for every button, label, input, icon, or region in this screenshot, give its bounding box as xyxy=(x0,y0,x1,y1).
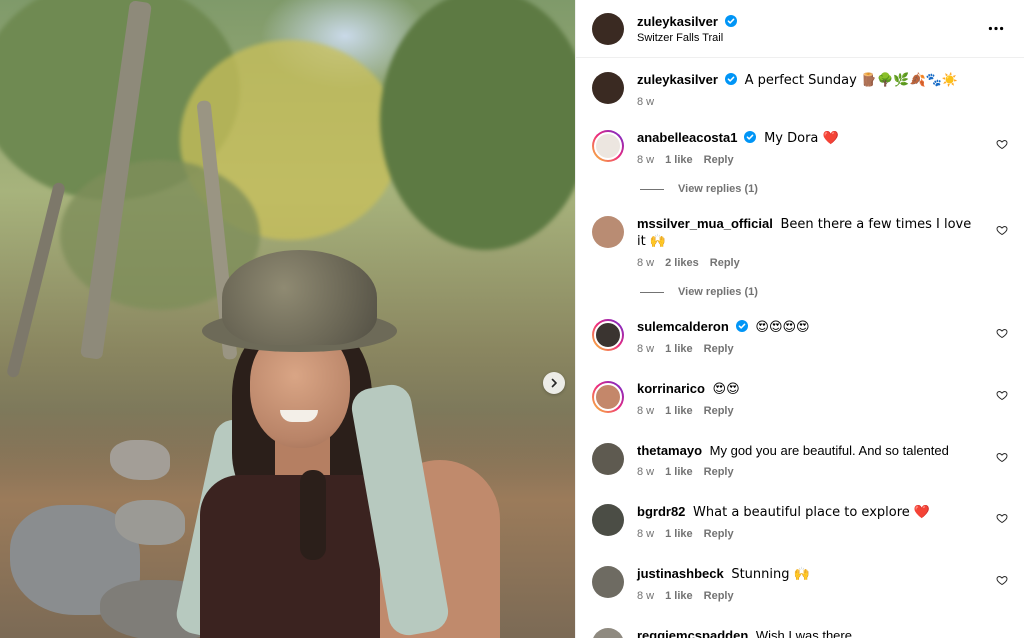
comment-item: sulemcalderon 😍😍😍😍 8 w 1 like Reply xyxy=(592,319,1008,355)
next-photo-button[interactable] xyxy=(543,372,565,394)
post-photo[interactable] xyxy=(0,0,575,638)
comment-item: anabelleacosta1 My Dora ❤️ 8 w 1 like Re… xyxy=(592,130,1008,166)
verified-badge-icon xyxy=(744,131,757,143)
heart-outline-icon[interactable] xyxy=(996,224,1008,236)
replies-divider xyxy=(640,188,664,190)
caption: zuleykasilver A perfect Sunday 🪵🌳🌿🍂🐾☀️ 8… xyxy=(592,72,1008,108)
post-modal: zuleykasilver Switzer Falls Trail zuleyk… xyxy=(0,0,1024,638)
comment-likes[interactable]: 1 like xyxy=(665,343,693,355)
comment-text: What a beautiful place to explore ❤️ xyxy=(693,505,931,520)
commenter-avatar[interactable] xyxy=(592,628,624,638)
heart-outline-icon[interactable] xyxy=(996,512,1008,524)
reply-button[interactable]: Reply xyxy=(704,154,734,166)
photo-smile xyxy=(280,410,318,422)
heart-outline-icon[interactable] xyxy=(996,138,1008,150)
post-panel: zuleykasilver Switzer Falls Trail zuleyk… xyxy=(575,0,1024,638)
comment-username[interactable]: sulemcalderon xyxy=(637,319,729,334)
reply-button[interactable]: Reply xyxy=(704,343,734,355)
comment-username[interactable]: justinashbeck xyxy=(637,566,724,581)
comment-text: Stunning 🙌 xyxy=(731,567,810,582)
comment-text: 😍😍😍😍 xyxy=(755,320,810,335)
photo-bucket-hat xyxy=(222,250,377,345)
view-replies-label: View replies (1) xyxy=(678,286,758,298)
photo-braid xyxy=(300,470,326,560)
commenter-avatar[interactable] xyxy=(592,443,624,475)
reply-button[interactable]: Reply xyxy=(710,257,740,269)
more-options-button[interactable] xyxy=(984,17,1008,41)
comment-item: reggiemcspadden Wish I was there xyxy=(592,628,1008,638)
reply-button[interactable]: Reply xyxy=(704,405,734,417)
caption-username[interactable]: zuleykasilver xyxy=(637,72,718,87)
comment-item: mssilver_mua_official Been there a few t… xyxy=(592,216,1008,269)
comment-time[interactable]: 8 w xyxy=(637,343,654,355)
commenter-avatar[interactable] xyxy=(592,381,624,413)
comment-text: My Dora ❤️ xyxy=(764,131,839,146)
reply-button[interactable]: Reply xyxy=(704,590,734,602)
comment-likes[interactable]: 1 like xyxy=(665,528,693,540)
comment-likes[interactable]: 1 like xyxy=(665,405,693,417)
comment-time[interactable]: 8 w xyxy=(637,590,654,602)
comment-item: justinashbeck Stunning 🙌 8 w 1 like Repl… xyxy=(592,566,1008,602)
comment-text: 😍😍 xyxy=(712,382,740,397)
view-replies-label: View replies (1) xyxy=(678,183,758,195)
comment-time[interactable]: 8 w xyxy=(637,405,654,417)
comment-likes[interactable]: 2 likes xyxy=(665,257,699,269)
author-avatar[interactable] xyxy=(592,72,624,104)
comment-username[interactable]: korrinarico xyxy=(637,381,705,396)
verified-badge-icon xyxy=(724,73,737,85)
verified-badge-icon xyxy=(735,320,748,332)
photo-tree-trunk xyxy=(5,181,67,379)
comment-time[interactable]: 8 w xyxy=(637,257,654,269)
post-header: zuleykasilver Switzer Falls Trail xyxy=(576,0,1024,58)
comments-list: zuleykasilver A perfect Sunday 🪵🌳🌿🍂🐾☀️ 8… xyxy=(576,72,1024,638)
photo-person xyxy=(140,250,500,638)
caption-time[interactable]: 8 w xyxy=(637,96,654,108)
more-horizontal-icon xyxy=(988,26,1004,31)
photo-foliage xyxy=(380,0,575,250)
heart-outline-icon[interactable] xyxy=(996,327,1008,339)
commenter-avatar[interactable] xyxy=(592,130,624,162)
comment-likes[interactable]: 1 like xyxy=(665,466,693,478)
comment-username[interactable]: anabelleacosta1 xyxy=(637,130,737,145)
comment-username[interactable]: mssilver_mua_official xyxy=(637,216,773,231)
commenter-avatar[interactable] xyxy=(592,504,624,536)
reply-button[interactable]: Reply xyxy=(704,466,734,478)
chevron-right-icon xyxy=(551,378,557,388)
author-username[interactable]: zuleykasilver xyxy=(637,14,718,29)
post-location[interactable]: Switzer Falls Trail xyxy=(637,32,984,44)
reply-button[interactable]: Reply xyxy=(704,528,734,540)
comment-likes[interactable]: 1 like xyxy=(665,154,693,166)
verified-badge-icon xyxy=(724,14,737,27)
comment-likes[interactable]: 1 like xyxy=(665,590,693,602)
replies-divider xyxy=(640,291,664,293)
heart-outline-icon[interactable] xyxy=(996,389,1008,401)
comment-time[interactable]: 8 w xyxy=(637,466,654,478)
comment-text: My god you are beautiful. And so talente… xyxy=(709,443,949,458)
heart-outline-icon[interactable] xyxy=(996,574,1008,586)
caption-text: A perfect Sunday 🪵🌳🌿🍂🐾☀️ xyxy=(744,73,959,88)
comment-username[interactable]: reggiemcspadden xyxy=(637,628,748,638)
comment-username[interactable]: thetamayo xyxy=(637,443,702,458)
view-replies-button[interactable]: View replies (1) xyxy=(640,286,1008,298)
comment-item: korrinarico 😍😍 8 w 1 like Reply xyxy=(592,381,1008,417)
view-replies-button[interactable]: View replies (1) xyxy=(640,183,1008,195)
comment-time[interactable]: 8 w xyxy=(637,154,654,166)
heart-outline-icon[interactable] xyxy=(996,451,1008,463)
comment-username[interactable]: bgrdr82 xyxy=(637,504,685,519)
commenter-avatar[interactable] xyxy=(592,566,624,598)
commenter-avatar[interactable] xyxy=(592,216,624,248)
author-avatar[interactable] xyxy=(592,12,624,45)
comment-time[interactable]: 8 w xyxy=(637,528,654,540)
comment-item: bgrdr82 What a beautiful place to explor… xyxy=(592,504,1008,540)
comment-text: Wish I was there xyxy=(755,628,852,638)
commenter-avatar[interactable] xyxy=(592,319,624,351)
comment-item: thetamayo My god you are beautiful. And … xyxy=(592,443,1008,478)
